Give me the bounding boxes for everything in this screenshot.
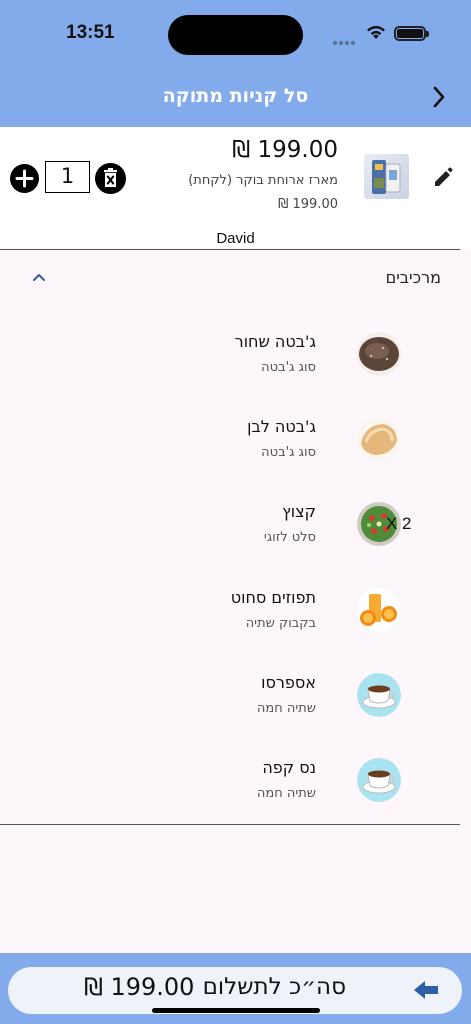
divider	[0, 824, 460, 825]
component-image	[357, 417, 401, 461]
list-item: תפוזים סחוט בקבוק שתיה	[0, 588, 471, 668]
cart-item-name: מארז ארוחת בוקר (לקחת)	[188, 173, 338, 188]
pay-label: סה״כ לתשלום	[202, 974, 346, 1000]
edit-icon[interactable]	[432, 166, 454, 188]
component-name: תפוזים סחוט	[230, 588, 316, 607]
component-name: קצוץ	[282, 502, 316, 521]
component-name: ג'בטה שחור	[234, 332, 316, 351]
plus-circle-icon[interactable]	[10, 164, 39, 193]
cellular-icon	[333, 30, 357, 45]
page-title: סל קניות מתוקה	[162, 85, 309, 107]
status-time: 13:51	[66, 22, 115, 43]
list-item: נס קפה שתיה חמה	[0, 758, 471, 838]
quantity-field[interactable]: 1	[45, 161, 90, 193]
component-name: נס קפה	[262, 758, 316, 777]
back-chevron-icon[interactable]	[430, 84, 448, 110]
cart-item-price: 199.00 ₪	[232, 137, 338, 163]
dynamic-island	[168, 15, 303, 55]
component-category: שתיה חמה	[256, 786, 316, 801]
component-image	[357, 588, 401, 632]
product-image	[364, 154, 409, 199]
customer-name: David	[216, 230, 255, 247]
home-indicator	[152, 1008, 320, 1013]
component-name: אספרסו	[261, 673, 316, 692]
arrow-left-icon[interactable]	[412, 978, 440, 1002]
component-category: סוג ג'בטה	[261, 360, 316, 375]
component-category: שתיה חמה	[256, 701, 316, 716]
component-category: סוג ג'בטה	[261, 445, 316, 460]
component-name: ג'בטה לבן	[247, 417, 316, 436]
list-item: קצוץ סלט לזוגי X 2	[0, 502, 471, 582]
list-item: ג'בטה לבן סוג ג'בטה	[0, 417, 471, 497]
list-item: ג'בטה שחור סוג ג'בטה	[0, 332, 471, 412]
divider	[0, 249, 460, 250]
component-image	[357, 758, 401, 802]
component-image	[357, 673, 401, 717]
pay-total: 199.00 ₪	[84, 973, 195, 1001]
delete-icon[interactable]	[95, 163, 126, 194]
component-category: סלט לזוגי	[263, 530, 316, 545]
chevron-up-icon[interactable]	[31, 271, 47, 283]
component-category: בקבוק שתיה	[245, 616, 316, 631]
component-quantity: X 2	[386, 514, 412, 533]
battery-icon	[394, 26, 429, 41]
list-item: אספרסו שתיה חמה	[0, 673, 471, 753]
cart-item-unit-price: 199.00 ₪	[278, 197, 338, 212]
wifi-icon	[367, 25, 385, 39]
components-title: מרכיבים	[385, 268, 441, 287]
component-image	[357, 332, 401, 376]
